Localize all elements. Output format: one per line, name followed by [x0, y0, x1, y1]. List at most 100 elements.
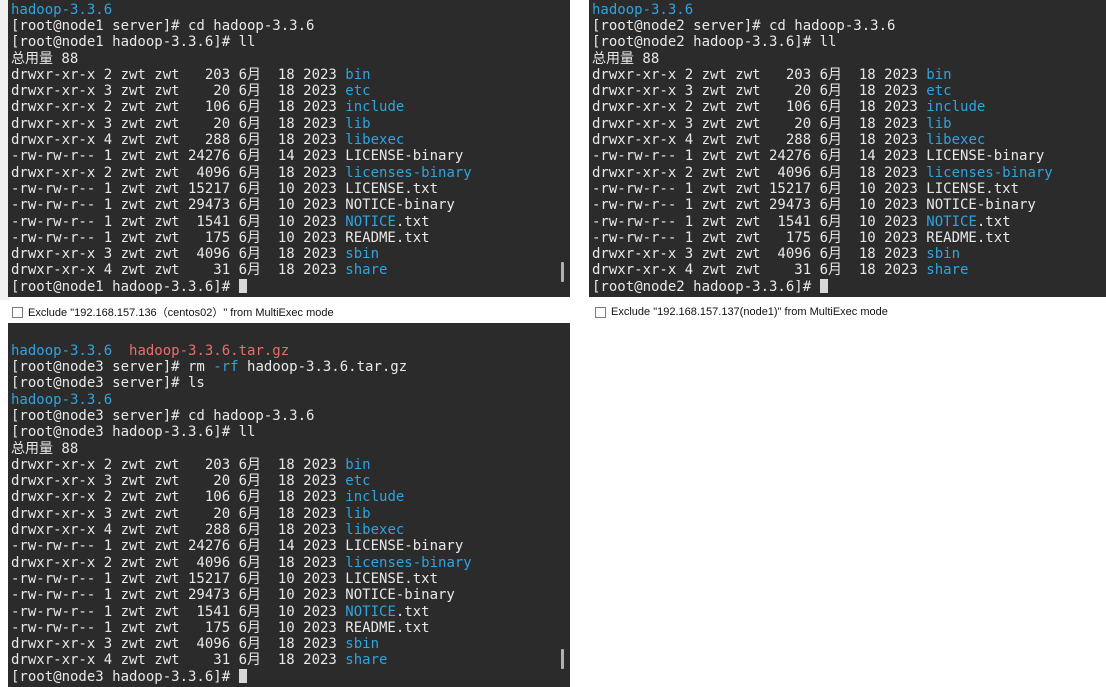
line-text: [root@node3 hadoop-3.3.6]#	[11, 668, 239, 685]
terminal-line: drwxr-xr-x 2 zwt zwt 203 6月 18 2023 bin	[592, 67, 1088, 83]
line-text: -rw-rw-r-- 1 zwt zwt 15217 6月 10 2023 LI…	[11, 180, 439, 197]
exclude-multiexec-right[interactable]: Exclude "192.168.157.137(node1)" from Mu…	[595, 303, 888, 321]
line-text: [root@node2 hadoop-3.3.6]#	[592, 278, 820, 295]
terminal-line: -rw-rw-r-- 1 zwt zwt 24276 6月 14 2023 LI…	[11, 148, 552, 164]
archive-name: hadoop-3.3.6.tar.gz	[129, 342, 290, 359]
exclude-label-left: Exclude "192.168.157.136（centos02）" from…	[28, 307, 334, 319]
directory-name: etc	[345, 473, 371, 490]
terminal-line: drwxr-xr-x 3 zwt zwt 4096 6月 18 2023 sbi…	[11, 636, 552, 652]
line-text: -rw-rw-r-- 1 zwt zwt 24276 6月 14 2023 LI…	[11, 148, 464, 165]
terminal-line: [root@node2 hadoop-3.3.6]# ll	[592, 34, 1088, 50]
terminal-line: drwxr-xr-x 4 zwt zwt 288 6月 18 2023 libe…	[11, 522, 552, 538]
line-text: drwxr-xr-x 2 zwt zwt 106 6月 18 2023	[11, 99, 346, 116]
directory-name: etc	[926, 83, 952, 100]
terminal-line: drwxr-xr-x 2 zwt zwt 203 6月 18 2023 bin	[11, 457, 552, 473]
line-text: drwxr-xr-x 3 zwt zwt 4096 6月 18 2023	[11, 636, 346, 653]
line-text: drwxr-xr-x 4 zwt zwt 288 6月 18 2023	[11, 132, 346, 149]
line-text: drwxr-xr-x 2 zwt zwt 203 6月 18 2023	[592, 66, 927, 83]
line-text: drwxr-xr-x 4 zwt zwt 288 6月 18 2023	[592, 132, 927, 149]
line-text: drwxr-xr-x 3 zwt zwt 4096 6月 18 2023	[11, 246, 346, 263]
terminal-line: -rw-rw-r-- 1 zwt zwt 15217 6月 10 2023 LI…	[592, 181, 1088, 197]
terminal-line: -rw-rw-r-- 1 zwt zwt 175 6月 10 2023 READ…	[11, 620, 552, 636]
terminal-line: -rw-rw-r-- 1 zwt zwt 15217 6月 10 2023 LI…	[11, 571, 552, 587]
terminal-line: -rw-rw-r-- 1 zwt zwt 175 6月 10 2023 READ…	[592, 230, 1088, 246]
terminal-line: drwxr-xr-x 3 zwt zwt 4096 6月 18 2023 sbi…	[11, 246, 552, 262]
line-text: -rw-rw-r-- 1 zwt zwt 175 6月 10 2023 READ…	[11, 619, 430, 636]
line-text	[112, 343, 129, 359]
terminal-line: drwxr-xr-x 3 zwt zwt 20 6月 18 2023 etc	[11, 473, 552, 489]
terminal-line: drwxr-xr-x 3 zwt zwt 20 6月 18 2023 lib	[11, 506, 552, 522]
directory-name: include	[345, 99, 405, 116]
directory-name: bin	[926, 66, 952, 83]
line-text: 总用量 88	[11, 440, 79, 457]
terminal-line: hadoop-3.3.6	[11, 392, 552, 408]
directory-name: licenses-binary	[345, 554, 472, 571]
directory-name: hadoop-3.3.6	[11, 342, 113, 359]
terminal-line: [root@node1 hadoop-3.3.6]#	[11, 278, 552, 295]
terminal-line: hadoop-3.3.6 hadoop-3.3.6.tar.gz	[11, 343, 552, 359]
line-text: drwxr-xr-x 2 zwt zwt 4096 6月 18 2023	[11, 554, 346, 571]
exclude-label-right: Exclude "192.168.157.137(node1)" from Mu…	[611, 306, 888, 318]
directory-name: libexec	[345, 522, 405, 539]
directory-name: share	[345, 652, 388, 669]
directory-name: NOTICE	[345, 603, 396, 620]
line-text: drwxr-xr-x 2 zwt zwt 106 6月 18 2023	[592, 99, 927, 116]
terminal-line: [root@node3 server]# ls	[11, 375, 552, 391]
terminal-line: drwxr-xr-x 2 zwt zwt 106 6月 18 2023 incl…	[11, 489, 552, 505]
line-text: drwxr-xr-x 4 zwt zwt 31 6月 18 2023	[11, 262, 346, 279]
line-text: -rw-rw-r-- 1 zwt zwt 1541 6月 10 2023	[592, 213, 927, 230]
terminal-line: -rw-rw-r-- 1 zwt zwt 24276 6月 14 2023 LI…	[592, 148, 1088, 164]
terminal-line: [root@node1 hadoop-3.3.6]# ll	[11, 34, 552, 50]
terminal-cursor	[238, 278, 247, 293]
directory-name: bin	[345, 456, 371, 473]
terminal-line: drwxr-xr-x 4 zwt zwt 31 6月 18 2023 share	[11, 652, 552, 668]
terminal-line: [root@node3 hadoop-3.3.6]#	[11, 668, 552, 685]
terminal-line: [root@node3 hadoop-3.3.6]# ll	[11, 424, 552, 440]
line-text: -rf	[213, 359, 239, 376]
line-text: [root@node2 server]# cd hadoop-3.3.6	[592, 17, 896, 34]
terminal-line: [root@node2 server]# cd hadoop-3.3.6	[592, 18, 1088, 34]
terminal-line: drwxr-xr-x 2 zwt zwt 4096 6月 18 2023 lic…	[11, 165, 552, 181]
terminal-line: -rw-rw-r-- 1 zwt zwt 1541 6月 10 2023 NOT…	[11, 604, 552, 620]
terminal-line: drwxr-xr-x 4 zwt zwt 31 6月 18 2023 share	[592, 262, 1088, 278]
terminal-pane-node3[interactable]: hadoop-3.3.6 hadoop-3.3.6.tar.gz [root@no…	[8, 323, 570, 687]
exclude-checkbox-right[interactable]	[595, 306, 606, 318]
exclude-checkbox-left[interactable]	[12, 306, 23, 318]
terminal-output-node3: hadoop-3.3.6 hadoop-3.3.6.tar.gz [root@no…	[11, 343, 552, 685]
line-text: drwxr-xr-x 2 zwt zwt 203 6月 18 2023	[11, 456, 346, 473]
line-text: drwxr-xr-x 3 zwt zwt 4096 6月 18 2023	[592, 246, 927, 263]
line-text: hadoop-3.3.6.tar.gz	[238, 359, 408, 376]
line-text: 总用量 88	[11, 50, 79, 67]
terminal-line: -rw-rw-r-- 1 zwt zwt 29473 6月 10 2023 NO…	[11, 587, 552, 603]
directory-name: libexec	[926, 132, 986, 149]
line-text: -rw-rw-r-- 1 zwt zwt 1541 6月 10 2023	[11, 213, 346, 230]
line-text: -rw-rw-r-- 1 zwt zwt 24276 6月 14 2023 LI…	[592, 148, 1045, 165]
line-text: -rw-rw-r-- 1 zwt zwt 175 6月 10 2023 READ…	[592, 229, 1011, 246]
terminal-output-node1: hadoop-3.3.6 [root@node1 server]# cd hado…	[11, 2, 552, 295]
terminal-line: [root@node1 server]# cd hadoop-3.3.6	[11, 18, 552, 34]
line-text: [root@node3 server]# cd hadoop-3.3.6	[11, 407, 315, 424]
terminal-line: drwxr-xr-x 2 zwt zwt 106 6月 18 2023 incl…	[11, 99, 552, 115]
line-text: .txt	[395, 603, 430, 620]
line-text: [root@node3 server]# ls	[11, 375, 205, 392]
directory-name: hadoop-3.3.6	[592, 1, 694, 18]
scrollbar-thumb-node1[interactable]	[561, 262, 564, 282]
terminal-pane-node1[interactable]: hadoop-3.3.6 [root@node1 server]# cd hado…	[8, 0, 570, 297]
terminal-pane-node2[interactable]: hadoop-3.3.6 [root@node2 server]# cd hado…	[589, 0, 1106, 297]
line-text: drwxr-xr-x 2 zwt zwt 4096 6月 18 2023	[11, 164, 346, 181]
terminal-line: drwxr-xr-x 3 zwt zwt 20 6月 18 2023 etc	[592, 83, 1088, 99]
exclude-multiexec-left[interactable]: Exclude "192.168.157.136（centos02）" from…	[12, 303, 334, 321]
terminal-line: -rw-rw-r-- 1 zwt zwt 15217 6月 10 2023 LI…	[11, 181, 552, 197]
terminal-line: -rw-rw-r-- 1 zwt zwt 24276 6月 14 2023 LI…	[11, 538, 552, 554]
terminal-line: 总用量 88	[11, 51, 552, 67]
directory-name: hadoop-3.3.6	[11, 1, 113, 18]
terminal-line: -rw-rw-r-- 1 zwt zwt 1541 6月 10 2023 NOT…	[592, 214, 1088, 230]
line-text: -rw-rw-r-- 1 zwt zwt 15217 6月 10 2023 LI…	[11, 570, 439, 587]
line-text: -rw-rw-r-- 1 zwt zwt 29473 6月 10 2023 NO…	[592, 197, 1036, 214]
line-text: drwxr-xr-x 4 zwt zwt 31 6月 18 2023	[592, 262, 927, 279]
directory-name: lib	[345, 505, 371, 522]
line-text: [root@node3 server]# rm	[11, 359, 214, 376]
scrollbar-thumb-node3[interactable]	[561, 649, 564, 669]
line-text: -rw-rw-r-- 1 zwt zwt 29473 6月 10 2023 NO…	[11, 587, 455, 604]
line-text: -rw-rw-r-- 1 zwt zwt 175 6月 10 2023 READ…	[11, 229, 430, 246]
